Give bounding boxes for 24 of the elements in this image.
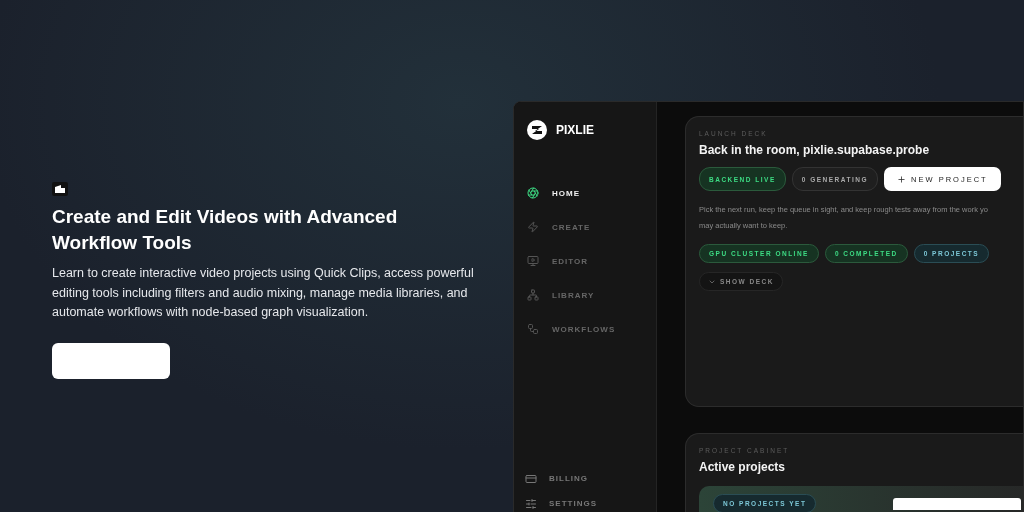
blank-button[interactable] (52, 342, 170, 379)
nav-item[interactable]: LIBRARY (527, 278, 656, 312)
aperture-icon (527, 187, 539, 199)
lightning-icon (527, 221, 539, 233)
nav-item[interactable]: WORKFLOWS (527, 312, 656, 346)
card-title: Active projects (699, 460, 787, 474)
plus-icon (897, 174, 907, 184)
network-icon (527, 289, 539, 301)
settings-icon (525, 497, 537, 510)
hero-title: Create and Edit Videos with Advanced Workflow Tools (52, 205, 399, 255)
credit-card-icon (525, 472, 537, 485)
nav-item[interactable]: EDITOR (527, 244, 656, 278)
nav-item[interactable]: CREATE (527, 210, 656, 244)
logo-icon (52, 182, 68, 196)
nav-item[interactable]: BILLING (525, 466, 656, 491)
card-title: Back in the room, pixlie.supabase.probe (699, 143, 931, 157)
brand-name: PIXLIE (556, 123, 594, 137)
monitor-icon (527, 255, 539, 267)
hero-description: Learn to create interactive video projects using Quick Clips, access powerful editing tools including filters and audio mixing, manage media libraries, and automate workflows with node-based graph visualization. (52, 265, 475, 321)
nav-item[interactable]: SETTINGS (525, 491, 656, 512)
nav-item[interactable]: HOME (527, 176, 656, 210)
input-field[interactable] (893, 498, 1021, 510)
logo-icon (527, 120, 547, 140)
workflow-icon (527, 323, 539, 335)
